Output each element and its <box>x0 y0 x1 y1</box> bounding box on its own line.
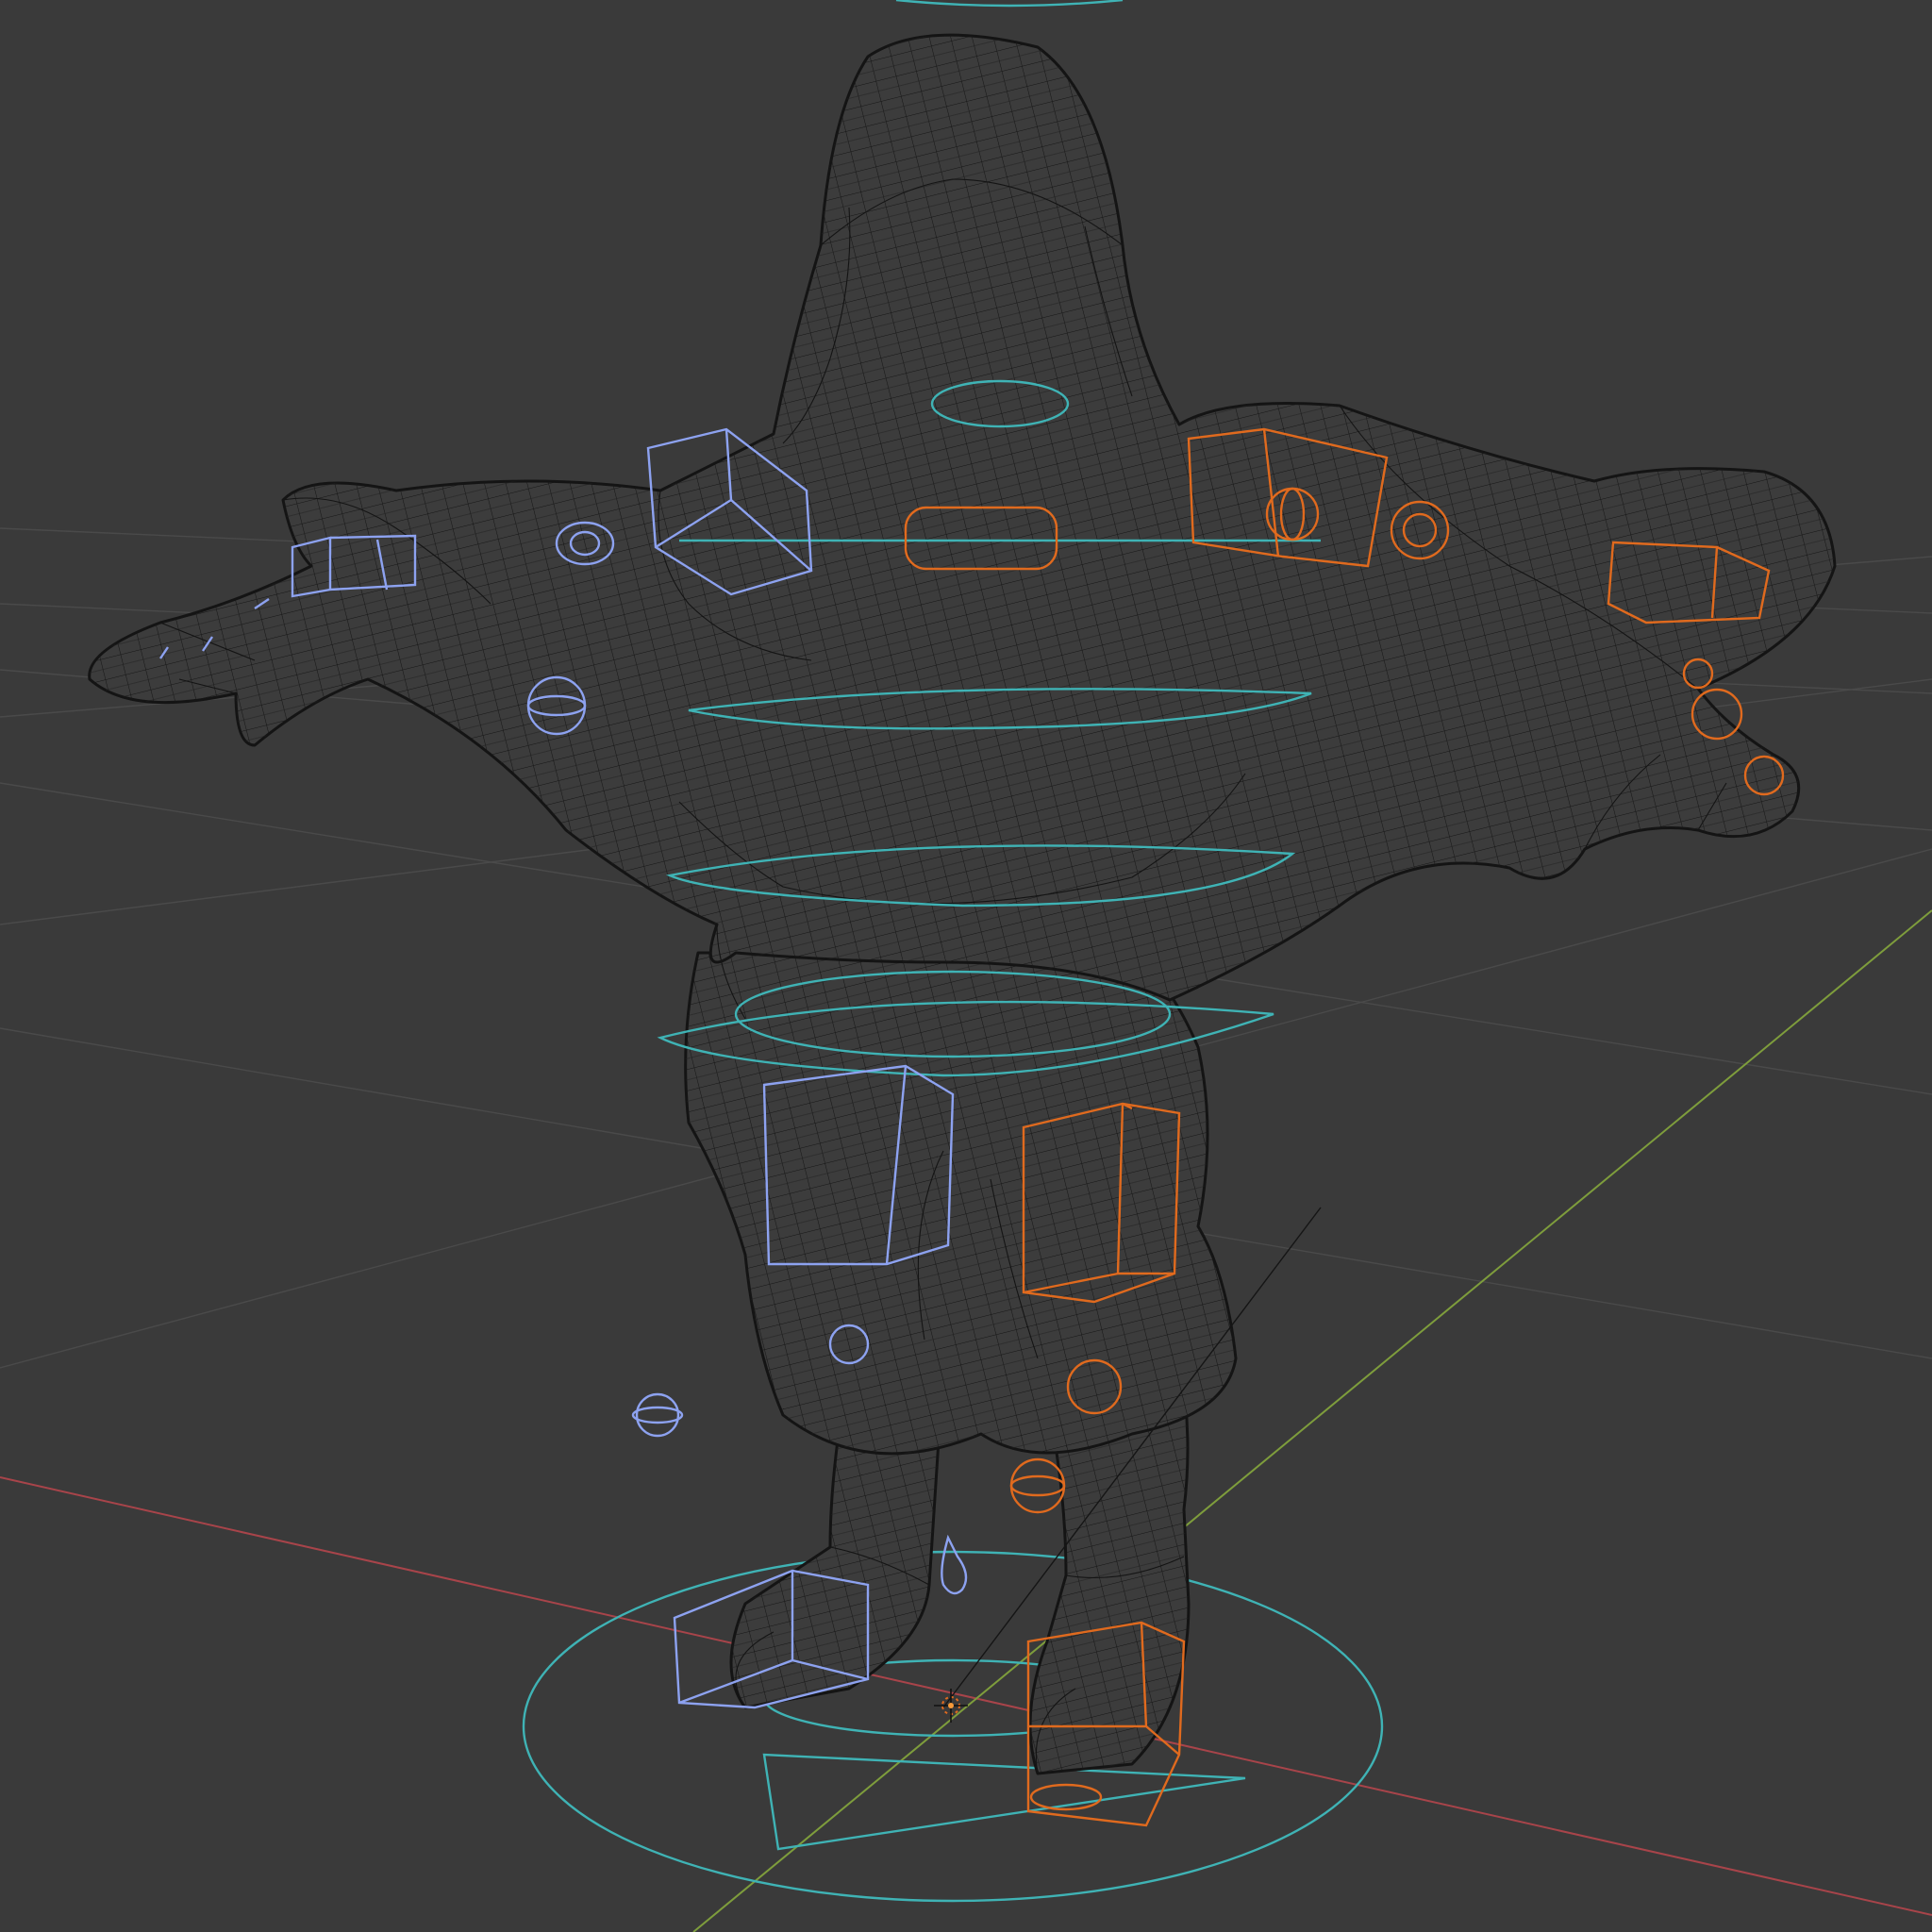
x-axis-line <box>0 1476 1932 1916</box>
top-control-ring <box>895 0 1124 8</box>
root-control[interactable] <box>522 1550 1384 1903</box>
character-mesh[interactable] <box>88 33 1837 1775</box>
light-object-icon[interactable] <box>941 1534 968 1595</box>
3d-viewport[interactable] <box>0 0 1932 1932</box>
3d-cursor-crosshair-icon[interactable] <box>934 1689 968 1723</box>
